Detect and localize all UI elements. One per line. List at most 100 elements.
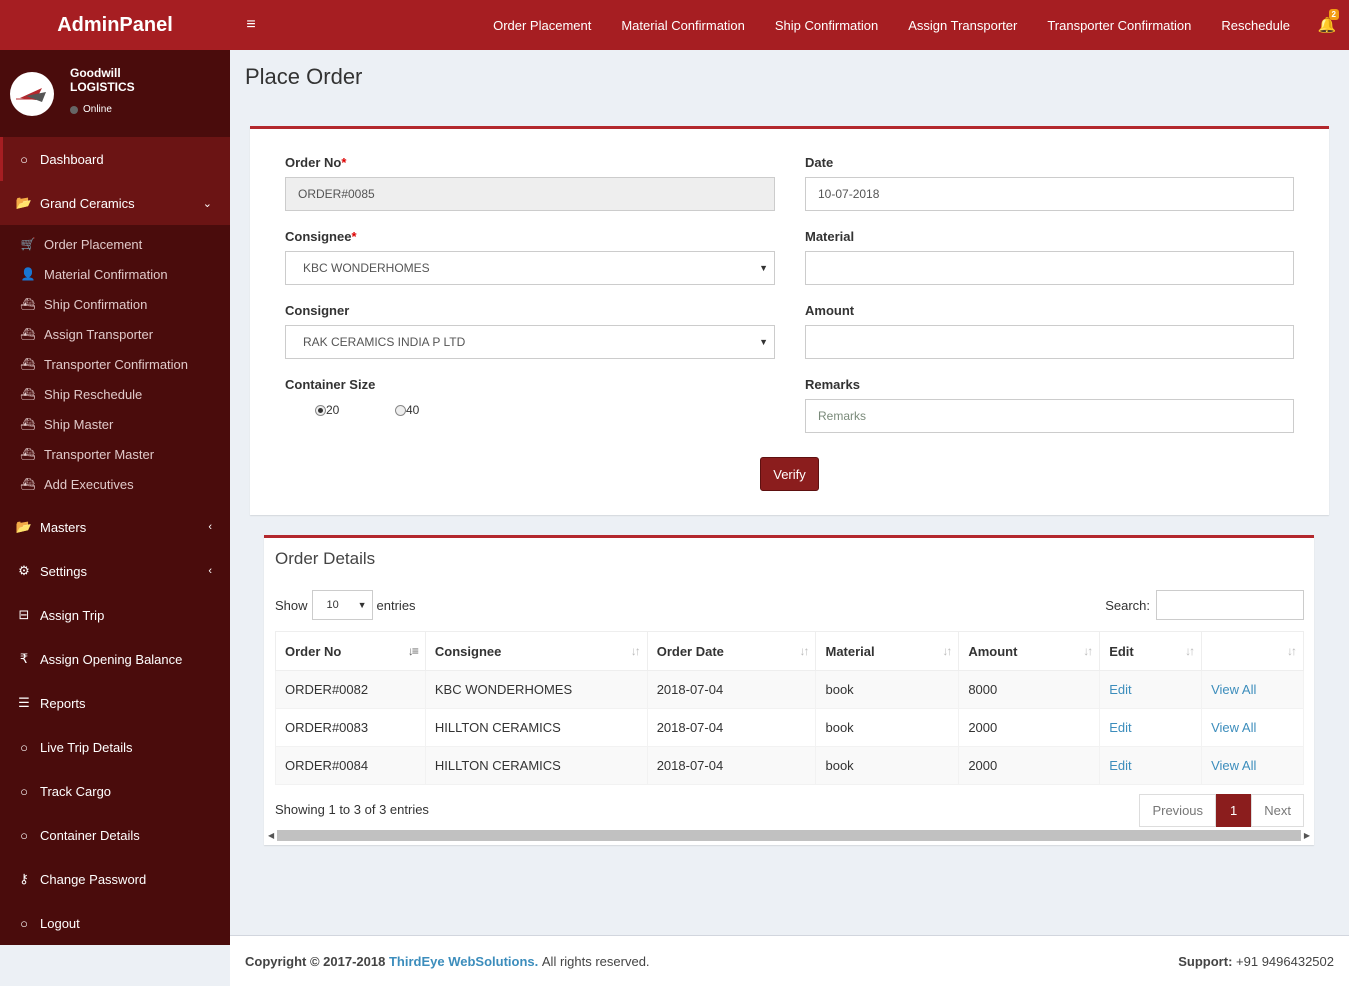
search-input[interactable] xyxy=(1156,590,1304,620)
sidebar-item-reports[interactable]: ☰ Reports xyxy=(0,681,230,725)
status-dot-icon xyxy=(70,105,78,114)
cell-material: book xyxy=(815,670,960,709)
submenu-item-material-confirmation[interactable]: 👤 Material Confirmation xyxy=(0,259,230,289)
cell-edit: Edit xyxy=(1099,708,1203,747)
sort-icon: ↓↑ xyxy=(799,644,809,658)
sidebar-item-change-password[interactable]: ⚷ Change Password xyxy=(0,857,230,901)
scrollbar-thumb[interactable] xyxy=(277,830,1301,841)
user-panel: Goodwill LOGISTICS Online xyxy=(0,50,230,137)
material-input[interactable] xyxy=(805,251,1294,285)
pagination-previous[interactable]: Previous xyxy=(1139,794,1217,827)
submenu-item-order-placement[interactable]: 🛒 Order Placement xyxy=(0,229,230,259)
view-all-link[interactable]: View All xyxy=(1211,758,1256,773)
sidebar-item-live-trip-details[interactable]: ○ Live Trip Details xyxy=(0,725,230,769)
submenu-label: Material Confirmation xyxy=(44,266,168,282)
brand-link[interactable]: ThirdEye WebSolutions. xyxy=(389,954,538,969)
table-row: ORDER#0083 HILLTON CERAMICS 2018-07-04 b… xyxy=(275,708,1304,747)
ship-icon: ⛴ xyxy=(20,357,36,371)
app-logo[interactable]: AdminPanel xyxy=(0,0,230,50)
container-size-40-option[interactable]: 40 xyxy=(395,403,419,417)
cart-icon: 🛒 xyxy=(20,237,36,251)
consigner-select[interactable]: RAK CERAMICS INDIA P LTD ▼ xyxy=(285,325,775,359)
submenu-item-ship-reschedule[interactable]: ⛴ Ship Reschedule xyxy=(0,379,230,409)
scroll-left-icon[interactable]: ◀ xyxy=(268,831,274,840)
container-size-20-option[interactable]: 20 xyxy=(315,403,339,417)
submenu-item-assign-transporter[interactable]: ⛴ Assign Transporter xyxy=(0,319,230,349)
topnav-material-confirmation[interactable]: Material Confirmation xyxy=(606,0,760,50)
submenu-item-transporter-master[interactable]: ⛴ Transporter Master xyxy=(0,439,230,469)
sidebar-item-dashboard[interactable]: ○ Dashboard xyxy=(0,137,230,181)
cell-edit: Edit xyxy=(1099,746,1203,785)
scroll-right-icon[interactable]: ▶ xyxy=(1304,831,1310,840)
col-order-date[interactable]: Order Date ↓↑ xyxy=(646,631,817,671)
submenu-item-ship-confirmation[interactable]: ⛴ Ship Confirmation xyxy=(0,289,230,319)
radio-40[interactable] xyxy=(395,404,406,416)
inbox-icon: ⊟ xyxy=(18,607,30,622)
sidebar-item-label: Track Cargo xyxy=(40,783,112,799)
submenu-item-ship-master[interactable]: ⛴ Ship Master xyxy=(0,409,230,439)
submenu-item-transporter-confirmation[interactable]: ⛴ Transporter Confirmation xyxy=(0,349,230,379)
col-material[interactable]: Material ↓↑ xyxy=(815,631,960,671)
topnav-assign-transporter[interactable]: Assign Transporter xyxy=(893,0,1032,50)
remarks-input[interactable]: Remarks xyxy=(805,399,1294,433)
chevron-left-icon: ‹ xyxy=(208,521,212,533)
topnav-transporter-confirmation[interactable]: Transporter Confirmation xyxy=(1032,0,1206,50)
col-label: Amount xyxy=(968,643,1018,659)
consignee-select[interactable]: KBC WONDERHOMES ▼ xyxy=(285,251,775,285)
menu-toggle-icon[interactable]: ≡ xyxy=(230,16,272,34)
notifications-button[interactable]: 🔔 2 xyxy=(1305,0,1349,50)
topnav-ship-confirmation[interactable]: Ship Confirmation xyxy=(760,0,893,50)
radio-20[interactable] xyxy=(315,404,326,416)
submenu-label: Ship Master xyxy=(44,416,114,432)
sidebar-item-container-details[interactable]: ○ Container Details xyxy=(0,813,230,857)
sidebar: AdminPanel Goodwill LOGISTICS Online ○ Da… xyxy=(0,0,230,945)
circle-icon: ○ xyxy=(20,783,28,799)
col-order-no[interactable]: Order No ↓≡ xyxy=(275,631,426,671)
order-no-label-text: Order No xyxy=(285,155,342,170)
pagination-next[interactable]: Next xyxy=(1251,794,1304,827)
submenu-label: Add Executives xyxy=(44,476,134,492)
ship-icon: ⛴ xyxy=(20,447,36,461)
support-label: Support: xyxy=(1178,953,1233,969)
edit-link[interactable]: Edit xyxy=(1109,682,1131,697)
date-input[interactable]: 10-07-2018 xyxy=(805,177,1294,211)
col-consignee[interactable]: Consignee ↓↑ xyxy=(424,631,648,671)
order-no-input[interactable]: ORDER#0085 xyxy=(285,177,775,211)
verify-button[interactable]: Verify xyxy=(760,457,819,491)
sort-icon: ↓↑ xyxy=(942,644,952,658)
sort-icon: ↓↑ xyxy=(1083,644,1093,658)
submenu-label: Order Placement xyxy=(44,236,143,252)
sidebar-item-assign-opening-balance[interactable]: ₹ Assign Opening Balance xyxy=(0,637,230,681)
sidebar-item-masters[interactable]: 📂 Masters ‹ xyxy=(0,505,230,549)
view-all-link[interactable]: View All xyxy=(1211,720,1256,735)
dropdown-arrow-icon: ▼ xyxy=(759,263,768,273)
sidebar-item-grand-ceramics[interactable]: 📂 Grand Ceramics ⌄ xyxy=(0,181,230,225)
ship-icon: ⛴ xyxy=(20,297,36,311)
col-label: Order No xyxy=(285,643,342,659)
topnav-reschedule[interactable]: Reschedule xyxy=(1206,0,1305,50)
submenu-item-add-executives[interactable]: ⛴ Add Executives xyxy=(0,469,230,499)
col-amount[interactable]: Amount ↓↑ xyxy=(958,631,1101,671)
sidebar-item-label: Assign Trip xyxy=(40,607,105,623)
topnav-order-placement[interactable]: Order Placement xyxy=(478,0,606,50)
entries-length-select[interactable]: 10 ▼ xyxy=(311,590,373,620)
support-info: Support: +91 9496432502 xyxy=(1178,954,1334,969)
submenu-label: Transporter Confirmation xyxy=(44,356,189,372)
sidebar-item-assign-trip[interactable]: ⊟ Assign Trip xyxy=(0,593,230,637)
view-all-link[interactable]: View All xyxy=(1211,682,1256,697)
cell-order-date: 2018-07-04 xyxy=(646,746,817,785)
col-edit[interactable]: Edit ↓↑ xyxy=(1099,631,1203,671)
amount-input[interactable] xyxy=(805,325,1294,359)
key-icon: ⚷ xyxy=(19,871,29,886)
edit-link[interactable]: Edit xyxy=(1109,720,1131,735)
table-row: ORDER#0082 KBC WONDERHOMES 2018-07-04 bo… xyxy=(275,670,1304,709)
horizontal-scrollbar[interactable]: ◀ ▶ xyxy=(268,829,1310,842)
sidebar-item-track-cargo[interactable]: ○ Track Cargo xyxy=(0,769,230,813)
sidebar-item-logout[interactable]: ○ Logout xyxy=(0,901,230,945)
col-view[interactable]: ↓↑ xyxy=(1201,631,1304,671)
edit-link[interactable]: Edit xyxy=(1109,758,1131,773)
circle-icon: ○ xyxy=(20,827,28,843)
sidebar-item-settings[interactable]: ⚙ Settings ‹ xyxy=(0,549,230,593)
sidebar-item-label: Masters xyxy=(40,519,87,535)
pagination-page-1[interactable]: 1 xyxy=(1216,794,1252,827)
